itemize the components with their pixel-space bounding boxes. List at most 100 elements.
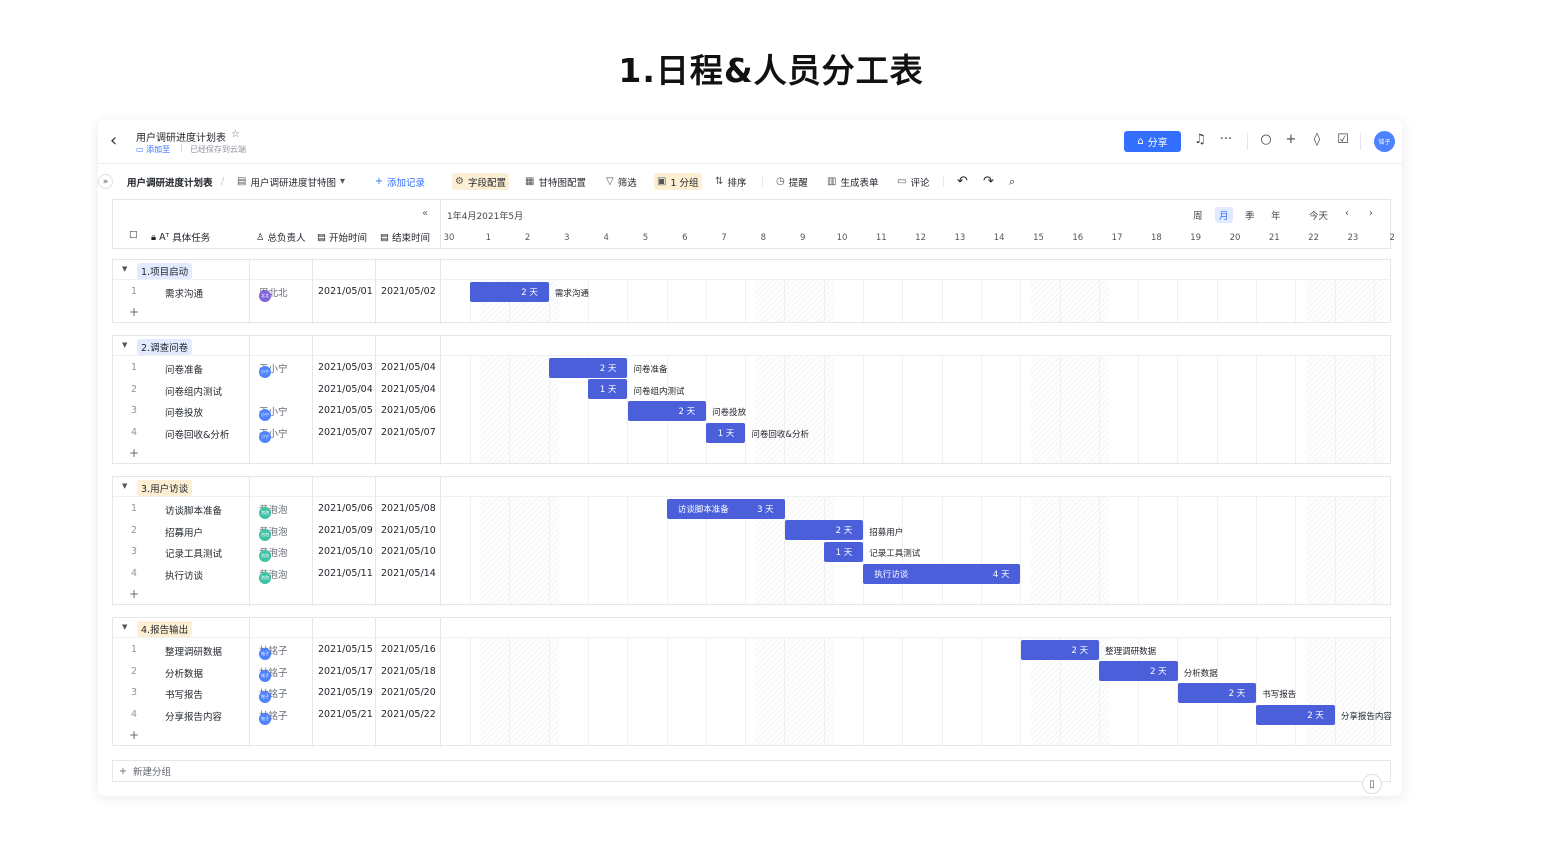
gantt-bar[interactable]: 2 天 <box>1256 704 1335 725</box>
owner-cell[interactable]: 铭子 林铭子 <box>259 708 288 726</box>
table-row[interactable]: 3 记录工具测试 泡泡 黄泡泡 2021/05/10 2021/05/10 <box>113 541 441 563</box>
end-date-cell[interactable]: 2021/05/10 <box>381 525 436 536</box>
owner-cell[interactable]: 铭子 林铭子 <box>259 665 288 682</box>
task-cell[interactable]: 问卷回收&分析 <box>165 427 229 441</box>
start-date-cell[interactable]: 2021/05/07 <box>318 427 373 438</box>
undo-icon[interactable]: ↶ <box>954 173 971 190</box>
owner-cell[interactable]: 泡泡 黄泡泡 <box>259 567 288 585</box>
owner-cell[interactable]: 北北 周北北 <box>259 285 288 302</box>
field-config-button[interactable]: ⚙ 字段配置 <box>452 173 509 190</box>
chevron-right-icon[interactable]: › <box>1365 207 1377 220</box>
add-record-button[interactable]: + 添加记录 <box>372 173 428 190</box>
add-row-button[interactable]: + <box>129 305 139 319</box>
end-date-cell[interactable]: 2021/05/07 <box>381 427 436 438</box>
owner-cell[interactable]: 铭子 林铭子 <box>259 643 288 660</box>
owner-cell[interactable]: 小宁 于小宁 <box>259 426 288 444</box>
end-date-cell[interactable]: 2021/05/22 <box>381 709 436 720</box>
gantt-bar[interactable]: 4 天 执行访谈 <box>863 563 1021 584</box>
owner-cell[interactable]: 小宁 于小宁 <box>259 361 288 378</box>
remind-button[interactable]: ◷ 提醒 <box>773 173 811 190</box>
gantt-bar[interactable]: 2 天 <box>627 400 707 421</box>
redo-icon[interactable]: ↷ <box>980 173 997 190</box>
group-header[interactable]: ▼ 2.调查问卷 <box>113 336 1390 356</box>
collapse-triangle-icon[interactable]: ▼ <box>122 265 127 273</box>
task-cell[interactable]: 问卷组内测试 <box>165 384 222 398</box>
task-cell[interactable]: 需求沟通 <box>165 286 203 300</box>
table-row[interactable]: 2 问卷组内测试 2021/05/04 2021/05/04 <box>113 379 441 401</box>
end-date-cell[interactable]: 2021/05/04 <box>381 384 436 395</box>
avatar[interactable]: 铭子 <box>1374 131 1395 152</box>
chevron-left-icon[interactable]: ‹ <box>1341 207 1353 220</box>
expand-sidebar-icon[interactable]: » <box>98 174 113 189</box>
collapse-icon[interactable]: « <box>422 208 428 219</box>
plus-icon[interactable]: + <box>1282 132 1300 147</box>
table-row[interactable]: 3 问卷投放 小宁 于小宁 2021/05/05 2021/05/06 <box>113 400 441 422</box>
gantt-bar[interactable]: 2 天 <box>784 520 864 541</box>
task-cell[interactable]: 分享报告内容 <box>165 709 222 723</box>
comment-button[interactable]: ▭ 评论 <box>894 173 932 190</box>
start-date-cell[interactable]: 2021/05/21 <box>318 709 373 720</box>
new-group-button[interactable]: + 新建分组 <box>112 760 1391 782</box>
end-date-cell[interactable]: 2021/05/02 <box>381 286 436 297</box>
gantt-bar[interactable]: 2 天 <box>548 357 628 378</box>
view-year[interactable]: 年 <box>1267 207 1285 223</box>
start-date-cell[interactable]: 2021/05/15 <box>318 644 373 655</box>
owner-cell[interactable]: 泡泡 黄泡泡 <box>259 524 288 541</box>
table-row[interactable]: 4 分享报告内容 铭子 林铭子 2021/05/21 2021/05/22 <box>113 704 441 726</box>
lightbulb-icon[interactable]: ◊ <box>1308 132 1326 147</box>
select-all-checkbox[interactable]: ☐ <box>129 230 138 241</box>
start-date-cell[interactable]: 2021/05/17 <box>318 666 373 677</box>
sort-button[interactable]: ⇅ 排序 <box>712 173 749 190</box>
start-date-cell[interactable]: 2021/05/06 <box>318 503 373 514</box>
table-name-tab[interactable]: 用户调研进度计划表 <box>124 173 216 190</box>
owner-column-header[interactable]: ♙ 总负责人 <box>256 230 306 245</box>
end-date-cell[interactable]: 2021/05/04 <box>381 362 436 373</box>
task-cell[interactable]: 执行访谈 <box>165 568 203 582</box>
table-row[interactable]: 2 招募用户 泡泡 黄泡泡 2021/05/09 2021/05/10 <box>113 520 441 542</box>
more-icon[interactable]: ··· <box>1217 132 1235 147</box>
task-cell[interactable]: 访谈脚本准备 <box>165 503 222 517</box>
table-row[interactable]: 3 书写报告 铭子 林铭子 2021/05/19 2021/05/20 <box>113 682 441 704</box>
add-to-folder-link[interactable]: ▭ 添加至 <box>136 144 170 155</box>
gantt-bar[interactable]: 3 天 访谈脚本准备 <box>666 498 785 519</box>
group-header[interactable]: ▼ 3.用户访谈 <box>113 477 1390 497</box>
owner-cell[interactable]: 铭子 林铭子 <box>259 686 288 704</box>
end-date-cell[interactable]: 2021/05/10 <box>381 546 436 557</box>
owner-cell[interactable]: 泡泡 黄泡泡 <box>259 545 288 563</box>
end-date-cell[interactable]: 2021/05/18 <box>381 666 436 677</box>
end-date-cell[interactable]: 2021/05/20 <box>381 687 436 698</box>
start-date-cell[interactable]: 2021/05/03 <box>318 362 373 373</box>
gantt-bar[interactable]: 1 天 <box>824 541 864 562</box>
task-cell[interactable]: 记录工具测试 <box>165 546 222 560</box>
view-quarter[interactable]: 季 <box>1241 207 1259 223</box>
table-row[interactable]: 4 问卷回收&分析 小宁 于小宁 2021/05/07 2021/05/07 <box>113 422 441 444</box>
gantt-bar[interactable]: 1 天 <box>706 422 746 443</box>
start-date-cell[interactable]: 2021/05/04 <box>318 384 373 395</box>
back-arrow-icon[interactable]: ‹ <box>110 130 117 151</box>
view-selector[interactable]: ▤ 用户调研进度甘特图 ▾ <box>234 173 348 190</box>
filter-button[interactable]: ▽ 筛选 <box>603 173 640 190</box>
start-date-cell[interactable]: 2021/05/19 <box>318 687 373 698</box>
group-header[interactable]: ▼ 4.报告输出 <box>113 618 1390 638</box>
view-week[interactable]: 周 <box>1189 207 1207 223</box>
find-icon[interactable]: ⌕ <box>1006 173 1018 190</box>
collapse-triangle-icon[interactable]: ▼ <box>122 623 127 631</box>
task-cell[interactable]: 分析数据 <box>165 666 203 680</box>
task-column-header[interactable]: 🔒︎ Aᵀ 具体任务 <box>151 230 210 245</box>
end-date-cell[interactable]: 2021/05/06 <box>381 405 436 416</box>
table-row[interactable]: 2 分析数据 铭子 林铭子 2021/05/17 2021/05/18 <box>113 661 441 683</box>
group-button[interactable]: ▣ 1 分组 <box>654 173 702 190</box>
form-button[interactable]: ▥ 生成表单 <box>824 173 881 190</box>
table-row[interactable]: 1 问卷准备 小宁 于小宁 2021/05/03 2021/05/04 <box>113 357 441 379</box>
star-icon[interactable]: ☆ <box>231 129 240 140</box>
gantt-bar[interactable]: 2 天 <box>1177 682 1257 703</box>
gantt-bar[interactable]: 2 天 <box>1020 639 1100 660</box>
search-icon[interactable]: ○ <box>1257 132 1275 147</box>
view-month[interactable]: 月 <box>1215 207 1233 223</box>
collapse-triangle-icon[interactable]: ▼ <box>122 482 127 490</box>
gantt-bar[interactable]: 2 天 <box>1099 661 1178 682</box>
table-row[interactable]: 1 访谈脚本准备 泡泡 黄泡泡 2021/05/06 2021/05/08 <box>113 498 441 520</box>
add-row-button[interactable]: + <box>129 728 139 742</box>
table-row[interactable]: 1 整理调研数据 铭子 林铭子 2021/05/15 2021/05/16 <box>113 639 441 661</box>
task-cell[interactable]: 整理调研数据 <box>165 644 222 658</box>
